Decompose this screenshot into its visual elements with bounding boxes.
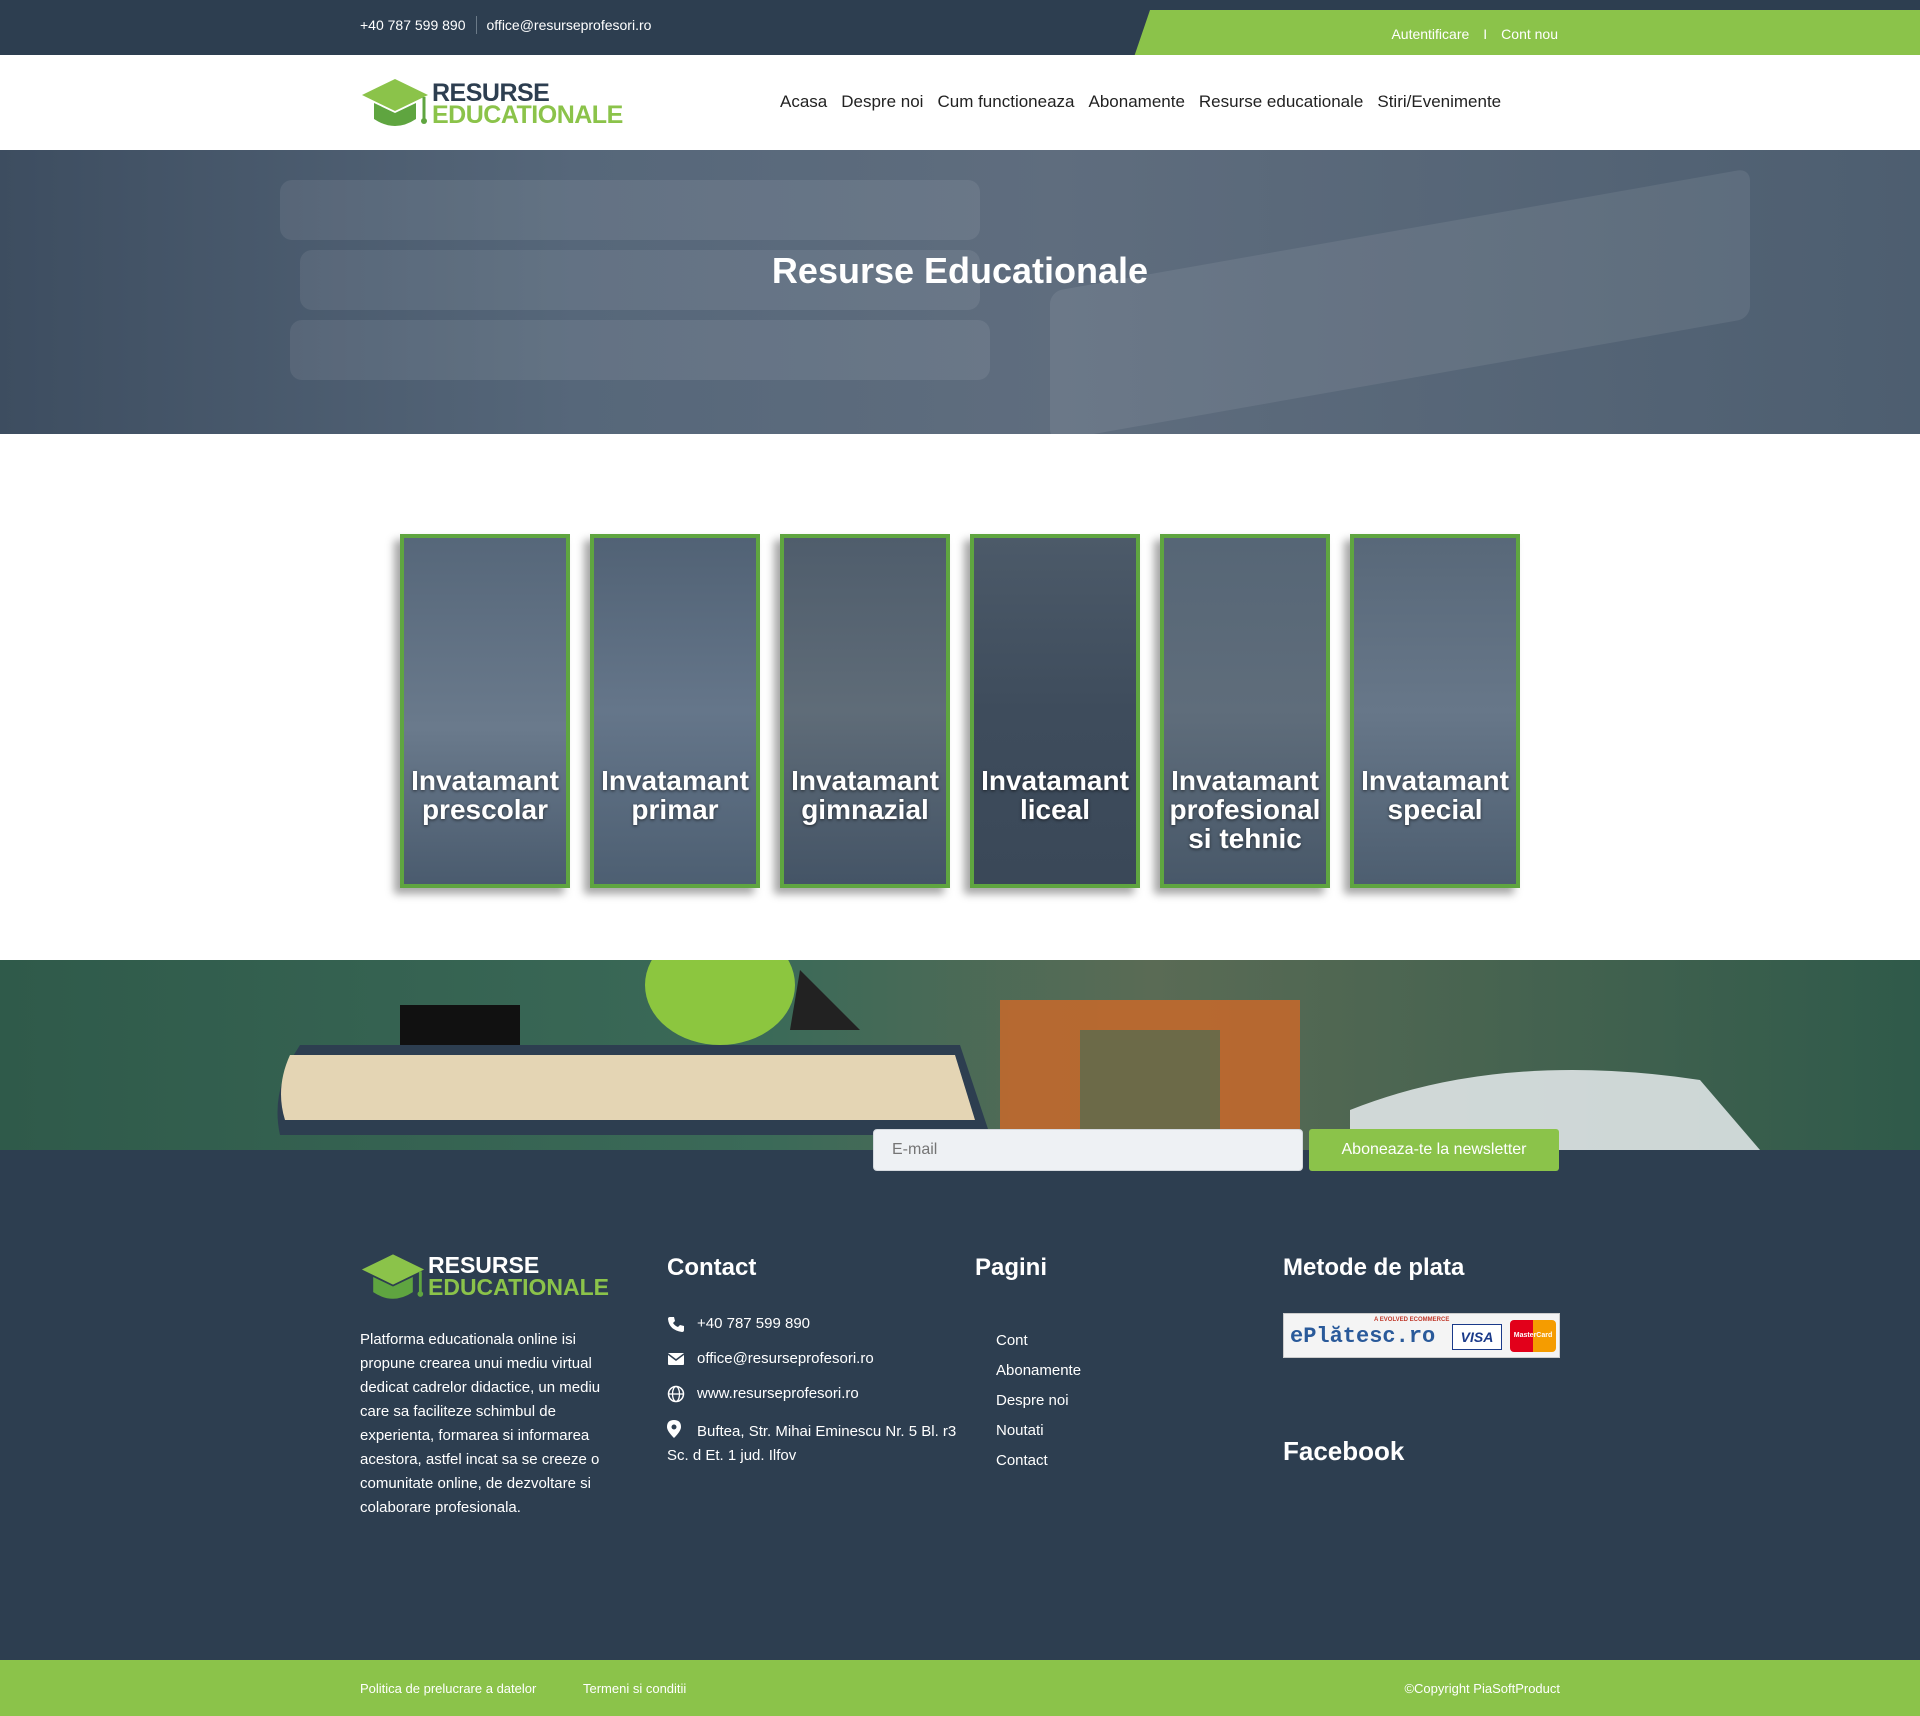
page-title: Resurse Educationale: [771, 250, 1149, 291]
category-card-primar[interactable]: Invatamant primar: [590, 534, 760, 888]
terms-link[interactable]: Termeni si conditii: [583, 1681, 686, 1696]
site-header: RESURSE EDUCATIONALE Acasa Despre noi Cu…: [0, 55, 1920, 150]
footer-link-despre-noi[interactable]: Despre noi: [996, 1392, 1069, 1409]
category-card-liceal[interactable]: Invatamant liceal: [970, 534, 1140, 888]
facebook-heading: Facebook: [1283, 1436, 1405, 1466]
category-label: Invatamant prescolar: [411, 765, 559, 825]
footer-description: Platforma educationala online isi propun…: [360, 1331, 601, 1516]
nav-item-acasa[interactable]: Acasa: [780, 92, 827, 112]
category-card-special[interactable]: Invatamant special: [1350, 534, 1520, 888]
nav-item-cum-functioneaza[interactable]: Cum functioneaza: [937, 92, 1074, 112]
footer-website[interactable]: www.resurseprofesori.ro: [667, 1385, 859, 1403]
category-cards: Invatamant prescolar Invatamant primar I…: [400, 534, 1520, 888]
category-label: Invatamant profesional si tehnic: [1169, 765, 1321, 854]
graduation-cap-icon: [362, 79, 428, 126]
nav-item-resurse-educationale[interactable]: Resurse educationale: [1199, 92, 1363, 112]
books-apple-illustration: [277, 960, 1760, 1150]
category-label: Invatamant liceal: [981, 765, 1129, 825]
footer-website-text: www.resurseprofesori.ro: [697, 1385, 859, 1402]
footer-link-cont[interactable]: Cont: [996, 1332, 1028, 1349]
top-contact: +40 787 599 890 office@resurseprofesori.…: [360, 16, 651, 34]
newsletter-email-input[interactable]: [873, 1129, 1303, 1171]
map-pin-icon: [667, 1420, 685, 1438]
pages-heading: Pagini: [975, 1254, 1048, 1281]
graduation-cap-icon: [361, 1254, 425, 1299]
envelope-icon: [667, 1353, 685, 1365]
main-nav: Acasa Despre noi Cum functioneaza Abonam…: [780, 92, 1501, 112]
nav-item-abonamente[interactable]: Abonamente: [1089, 92, 1185, 112]
category-label: Invatamant primar: [601, 765, 749, 825]
top-phone[interactable]: +40 787 599 890: [360, 17, 466, 33]
footer-phone[interactable]: +40 787 599 890: [667, 1315, 810, 1333]
category-card-gimnazial[interactable]: Invatamant gimnazial: [780, 534, 950, 888]
bottom-bar: Politica de prelucrare a datelor Termeni…: [0, 1660, 1920, 1716]
payment-methods-logo: A EVOLVED ECOMMERCE ePlătesc.ro VISA Mas…: [1283, 1313, 1560, 1358]
footer-link-abonamente[interactable]: Abonamente: [996, 1362, 1081, 1379]
footer-logo-line2: EDUCATIONALE: [428, 1274, 610, 1300]
eplatesc-logo: ePlătesc.ro: [1290, 1324, 1436, 1349]
footer-email[interactable]: office@resurseprofesori.ro: [667, 1350, 874, 1368]
site-logo[interactable]: RESURSE EDUCATIONALE: [360, 75, 630, 133]
mastercard-logo: MasterCard: [1510, 1320, 1556, 1352]
newsletter-banner: [0, 960, 1920, 1150]
phone-icon: [668, 1317, 684, 1332]
auth-separator: I: [1483, 26, 1488, 42]
category-label: Invatamant special: [1361, 765, 1509, 825]
top-bar: +40 787 599 890 office@resurseprofesori.…: [0, 0, 1920, 57]
footer-address: Buftea, Str. Mihai Eminescu Nr. 5 Bl. r3…: [667, 1420, 957, 1468]
nav-item-despre-noi[interactable]: Despre noi: [841, 92, 923, 112]
newsletter-subscribe-button[interactable]: Aboneaza-te la newsletter: [1309, 1129, 1559, 1171]
visa-logo: VISA: [1452, 1324, 1502, 1350]
register-link[interactable]: Cont nou: [1501, 26, 1558, 42]
category-card-prescolar[interactable]: Invatamant prescolar: [400, 534, 570, 888]
category-label: Invatamant gimnazial: [791, 765, 939, 825]
auth-bar: Autentificare I Cont nou: [1134, 10, 1920, 57]
globe-icon: [667, 1385, 685, 1403]
footer-logo[interactable]: RESURSE EDUCATIONALE: [360, 1250, 620, 1306]
nav-item-stiri-evenimente[interactable]: Stiri/Evenimente: [1377, 92, 1501, 112]
top-email[interactable]: office@resurseprofesori.ro: [487, 17, 652, 33]
site-footer: [0, 1150, 1920, 1660]
footer-email-text: office@resurseprofesori.ro: [697, 1350, 874, 1367]
contact-heading: Contact: [667, 1254, 757, 1281]
footer-address-text: Buftea, Str. Mihai Eminescu Nr. 5 Bl. r3…: [667, 1423, 957, 1464]
hero-banner: Resurse Educationale: [0, 150, 1920, 434]
payment-heading: Metode de plata: [1283, 1254, 1465, 1281]
divider: [475, 16, 477, 34]
category-card-profesional-tehnic[interactable]: Invatamant profesional si tehnic: [1160, 534, 1330, 888]
footer-link-noutati[interactable]: Noutati: [996, 1422, 1044, 1439]
footer-link-contact[interactable]: Contact: [996, 1452, 1048, 1469]
login-link[interactable]: Autentificare: [1391, 26, 1469, 42]
footer-phone-text: +40 787 599 890: [697, 1315, 811, 1332]
copyright-text: ©Copyright PiaSoftProduct: [1404, 1681, 1560, 1696]
payment-tagline: A EVOLVED ECOMMERCE: [1374, 1317, 1450, 1323]
logo-line2: EDUCATIONALE: [432, 101, 623, 129]
privacy-link[interactable]: Politica de prelucrare a datelor: [360, 1681, 536, 1696]
